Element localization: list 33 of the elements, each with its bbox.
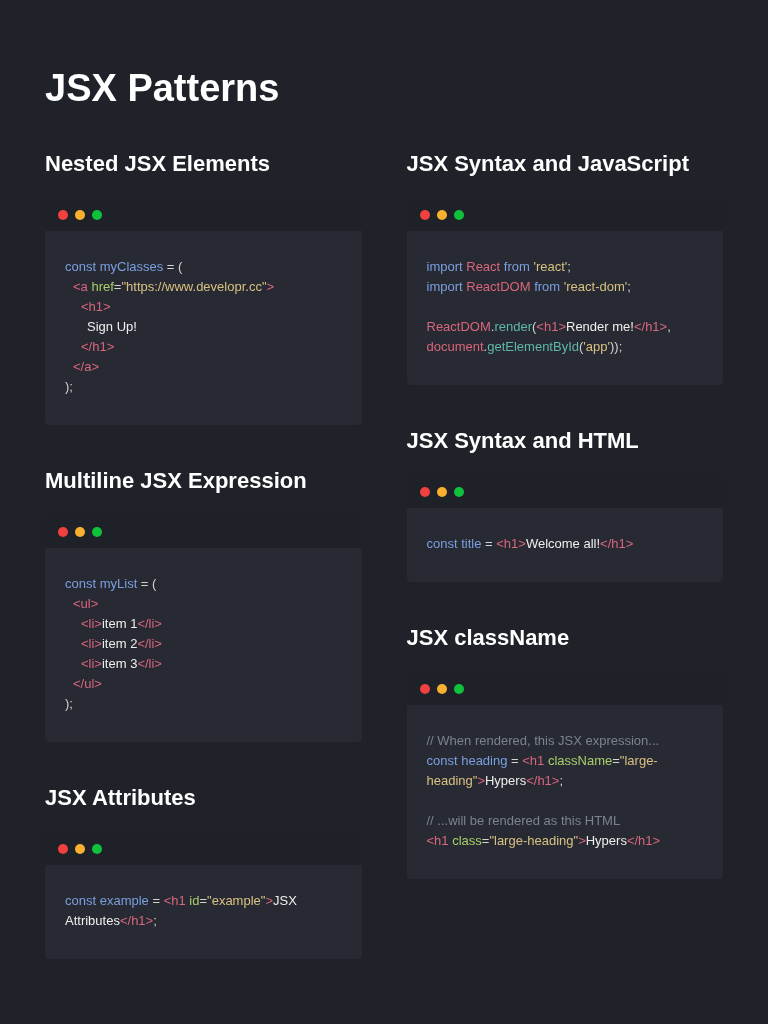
code-line: <a href="https://www.developr.cc">: [72, 278, 276, 296]
code-line: const title = <h1>Welcome all!</h1>: [426, 535, 635, 553]
section-heading: JSX Syntax and HTML: [406, 427, 640, 455]
code-line: import ReactDOM from 'react-dom';: [426, 278, 632, 296]
code-line: <li>item 3</li>: [80, 655, 163, 673]
code-line: <h1>: [80, 298, 112, 316]
code-line: );: [65, 378, 74, 396]
code-line: // ...will be rendered as this HTML: [426, 812, 622, 830]
code-line: Sign Up!: [86, 318, 138, 336]
section-heading: Multiline JSX Expression: [45, 467, 308, 495]
section-heading: JSX className: [406, 624, 571, 652]
code-line: </a>: [72, 358, 101, 376]
code-line: document.getElementById('app'));: [426, 338, 624, 356]
code-line: const myList = (: [65, 575, 158, 593]
code-line: <li>item 1</li>: [80, 615, 163, 633]
code-line: import React from 'react';: [426, 258, 572, 276]
code-line: ReactDOM.render(<h1>Render me!</h1>,: [426, 318, 672, 336]
code-line: <ul>: [72, 595, 100, 613]
page-title: JSX Patterns: [45, 66, 281, 110]
code-line: // When rendered, this JSX expression...: [426, 732, 661, 750]
section-heading: Nested JSX Elements: [45, 150, 271, 178]
code-line: Attributes</h1>;: [65, 912, 158, 930]
code-line: const heading = <h1 className="large-: [426, 752, 659, 770]
code-line: heading">Hypers</h1>;: [426, 772, 565, 790]
section-heading: JSX Syntax and JavaScript: [406, 150, 690, 178]
code-line: </ul>: [72, 675, 103, 693]
code-line: const example = <h1 id="example">JSX: [65, 892, 298, 910]
section-heading: JSX Attributes: [45, 784, 197, 812]
code-line: );: [65, 695, 74, 713]
code-line: </h1>: [80, 338, 116, 356]
code-line: const myClasses = (: [65, 258, 184, 276]
code-line: <li>item 2</li>: [80, 635, 163, 653]
code-line: <h1 class="large-heading">Hypers</h1>: [426, 832, 662, 850]
